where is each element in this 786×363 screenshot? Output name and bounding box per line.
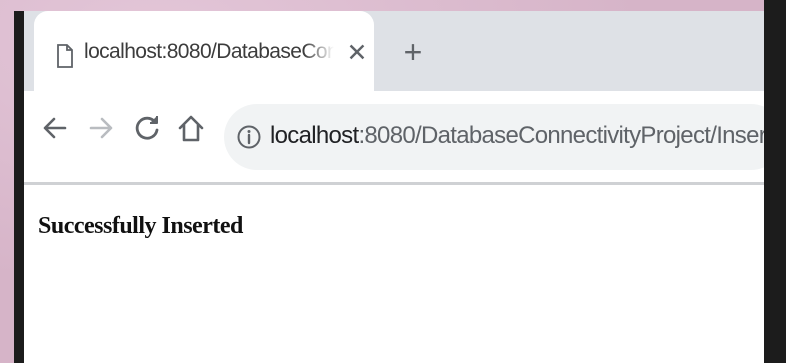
tab-close-button[interactable]: ✕ [344, 38, 370, 68]
back-button[interactable] [40, 113, 70, 148]
tab-strip: localhost:8080/DatabaseConnectivityProje… [24, 11, 764, 95]
navigation-toolbar: localhost:8080/DatabaseConnectivityProje… [24, 91, 764, 187]
forward-button[interactable] [86, 113, 116, 148]
url-path: :8080/DatabaseConnectivityProject/Insert… [358, 122, 764, 149]
active-tab[interactable]: localhost:8080/DatabaseConnectivityProje… [34, 11, 374, 95]
reload-icon [135, 116, 159, 140]
page-content: Successfully Inserted [24, 185, 764, 363]
reload-button[interactable] [132, 113, 162, 148]
arrow-left-icon [43, 117, 67, 139]
info-icon[interactable] [236, 124, 262, 155]
url-text[interactable]: localhost:8080/DatabaseConnectivityProje… [270, 122, 764, 150]
url-host: localhost [270, 122, 359, 149]
address-bar[interactable]: localhost:8080/DatabaseConnectivityProje… [224, 104, 764, 170]
tab-title: localhost:8080/DatabaseConnectivityProje… [84, 40, 334, 63]
home-button[interactable] [176, 113, 206, 148]
success-message: Successfully Inserted [38, 213, 243, 239]
browser-chrome: localhost:8080/DatabaseConnectivityProje… [24, 11, 764, 363]
new-tab-button[interactable]: + [396, 35, 430, 69]
right-edge-strip [764, 0, 786, 363]
browser-window: localhost:8080/DatabaseConnectivityProje… [14, 11, 774, 363]
arrow-right-icon [89, 117, 113, 139]
home-icon [178, 115, 204, 142]
page-icon [56, 44, 74, 68]
